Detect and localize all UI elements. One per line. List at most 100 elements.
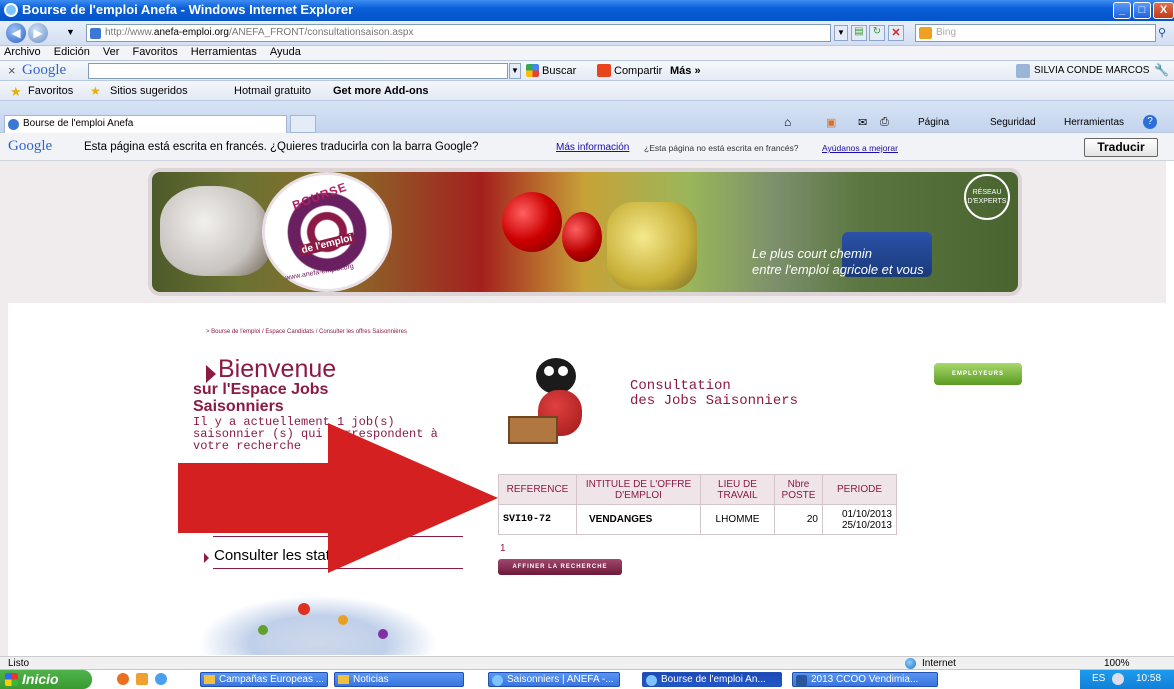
bourse-logo: BOURSE de l'emploi www.anefa-emploi.org — [262, 172, 392, 292]
help-improve-link[interactable]: Ayúdanos a mejorar — [822, 143, 898, 153]
ie-icon — [4, 3, 18, 17]
banner-slogan-2: entre l'emploi agricole et vous — [752, 262, 924, 277]
taskbar-item-noticias[interactable]: Noticias — [334, 672, 464, 687]
zoom-level[interactable]: 100% — [1104, 658, 1130, 669]
new-tab-button[interactable] — [290, 115, 316, 133]
tab-bar: Bourse de l'emploi Anefa ⌂ ▣ ✉ ⎙ Página … — [0, 101, 1174, 133]
home-icon[interactable]: ⌂ — [784, 115, 791, 129]
translate-bar: Google Esta página está escrita en franc… — [0, 133, 1174, 161]
fav-item-hotmail[interactable]: Hotmail gratuito — [234, 85, 311, 97]
favorites-star-icon: ★ — [10, 84, 22, 99]
taskbar-item-saisonniers[interactable]: Saisonniers | ANEFA -... — [488, 672, 620, 687]
cell-lieu: LHOMME — [700, 504, 775, 535]
menu-edicion[interactable]: Edición — [54, 46, 90, 58]
mascot-eye — [544, 366, 554, 376]
taskbar-item-bourse[interactable]: Bourse de l'emploi An... — [642, 672, 782, 687]
menu-herramientas[interactable]: Herramientas — [191, 46, 257, 58]
map-fruit-dot — [298, 603, 310, 615]
bing-icon — [919, 27, 932, 39]
windows-logo-icon — [5, 673, 18, 686]
print-icon[interactable]: ⎙ — [880, 116, 889, 129]
volume-icon[interactable] — [1112, 673, 1124, 685]
ie-icon — [646, 675, 657, 686]
jobs-table: REFERENCE INTITULE DE L'OFFRE D'EMPLOI L… — [498, 474, 897, 535]
mascot-crate — [508, 416, 558, 444]
breadcrumb[interactable]: > Bourse de l'emploi / Espace Candidats … — [206, 329, 407, 335]
feeds-icon[interactable]: ▣ — [826, 116, 836, 129]
compat-view-icon[interactable]: ▤ — [851, 25, 867, 41]
compartir-button[interactable]: Compartir — [614, 65, 662, 77]
start-label: Inicio — [22, 671, 59, 687]
table-row[interactable]: SVI10-72 VENDANGES LHOMME 20 01/10/2013 … — [498, 504, 897, 535]
cmd-herramientas[interactable]: Herramientas — [1064, 117, 1124, 128]
banner-image: BOURSE de l'emploi www.anefa-emploi.org … — [152, 172, 1018, 292]
search-placeholder: Bing — [936, 27, 957, 38]
url-dropdown-icon[interactable]: ▼ — [834, 25, 848, 41]
more-info-link[interactable]: Más información — [556, 142, 629, 153]
menu-archivo[interactable]: Archivo — [4, 46, 41, 58]
menu-favoritos[interactable]: Favoritos — [132, 46, 177, 58]
translate-button[interactable]: Traducir — [1084, 138, 1158, 157]
main-panel: > Bourse de l'emploi / Espace Candidats … — [8, 303, 1166, 656]
window-titlebar: Bourse de l'emploi Anefa - Windows Inter… — [0, 0, 1174, 21]
consultation-title-2: des Jobs Saisonniers — [630, 393, 799, 409]
mail-icon[interactable]: ✉ — [858, 116, 867, 129]
search-input[interactable]: Bing — [915, 24, 1156, 42]
google-search-input[interactable] — [88, 63, 508, 79]
google-dropdown-icon[interactable]: ▼ — [509, 63, 521, 79]
folder-icon — [338, 675, 349, 684]
cell-reference[interactable]: SVI10-72 — [498, 504, 577, 535]
map-fruit-dot — [338, 615, 348, 625]
cell-periode: 01/10/2013 25/10/2013 — [822, 504, 897, 535]
mascot-eye — [558, 366, 568, 376]
reseau-experts-badge: RÉSEAU D'EXPERTS — [964, 174, 1010, 220]
mas-button[interactable]: Más » — [670, 65, 701, 77]
user-name[interactable]: SILVIA CONDE MARCOS — [1034, 65, 1149, 76]
cell-nbre: 20 — [774, 504, 823, 535]
fav-item-addons[interactable]: Get more Add-ons — [333, 85, 429, 97]
url-prefix: http://www. — [105, 27, 154, 38]
quicklaunch-ie-icon[interactable] — [155, 673, 167, 685]
table-header-row: REFERENCE INTITULE DE L'OFFRE D'EMPLOI L… — [498, 474, 897, 505]
language-indicator[interactable]: ES — [1092, 673, 1105, 684]
menu-ayuda[interactable]: Ayuda — [270, 46, 301, 58]
favorites-button[interactable]: Favoritos — [28, 85, 73, 97]
back-icon[interactable]: ◀ — [6, 23, 26, 43]
col-reference: REFERENCE — [498, 474, 577, 505]
forward-icon[interactable]: ▶ — [28, 23, 48, 43]
fav-item-sitios[interactable]: Sitios sugeridos — [110, 85, 188, 97]
history-dropdown-icon[interactable]: ▼ — [66, 27, 75, 37]
refine-search-button[interactable]: AFFINER LA RECHERCHE — [498, 559, 622, 575]
tab-bourse-emploi[interactable]: Bourse de l'emploi Anefa — [4, 115, 287, 133]
stop-icon[interactable]: ✕ — [888, 25, 904, 41]
buscar-button[interactable]: Buscar — [542, 65, 576, 77]
cmd-pagina[interactable]: Página — [918, 117, 949, 128]
maximize-button[interactable]: □ — [1133, 2, 1151, 19]
employeurs-button[interactable]: EMPLOYEURS — [934, 363, 1022, 385]
menu-ver[interactable]: Ver — [103, 46, 120, 58]
start-button[interactable]: Inicio — [0, 670, 92, 689]
quicklaunch-icon[interactable] — [136, 673, 148, 685]
url-input[interactable]: http://www.anefa-emploi.org/ANEFA_FRONT/… — [86, 24, 831, 42]
search-icon[interactable]: ⚲ — [1158, 26, 1166, 39]
col-periode: PERIODE — [822, 474, 897, 505]
taskbar-item-ccoo[interactable]: 2013 CCOO Vendimia... — [792, 672, 938, 687]
status-text: Listo — [8, 658, 30, 669]
close-button[interactable]: X — [1153, 2, 1174, 19]
minimize-button[interactable]: _ — [1113, 2, 1131, 19]
toolbar-close-icon[interactable]: × — [8, 63, 16, 78]
cell-intitule[interactable]: VENDANGES — [576, 504, 701, 535]
add-favorite-icon[interactable]: ★ — [90, 84, 101, 98]
menu-bar: Archivo Edición Ver Favoritos Herramient… — [0, 46, 1174, 61]
quicklaunch-icon[interactable] — [117, 673, 129, 685]
wrench-icon[interactable]: 🔧 — [1154, 63, 1169, 77]
translate-google-logo: Google — [8, 138, 53, 154]
refresh-icon[interactable]: ↻ — [869, 25, 885, 41]
cmd-seguridad[interactable]: Seguridad — [990, 117, 1036, 128]
col-nbre: Nbre POSTE — [774, 474, 823, 505]
help-icon[interactable]: ? — [1143, 115, 1157, 129]
taskbar-item-campanas[interactable]: Campañas Europeas ... — [200, 672, 328, 687]
folder-icon — [204, 675, 215, 684]
clock[interactable]: 10:58 — [1136, 673, 1161, 684]
google-toolbar: × Google ▼ Buscar Compartir Más » SILVIA… — [0, 61, 1174, 81]
